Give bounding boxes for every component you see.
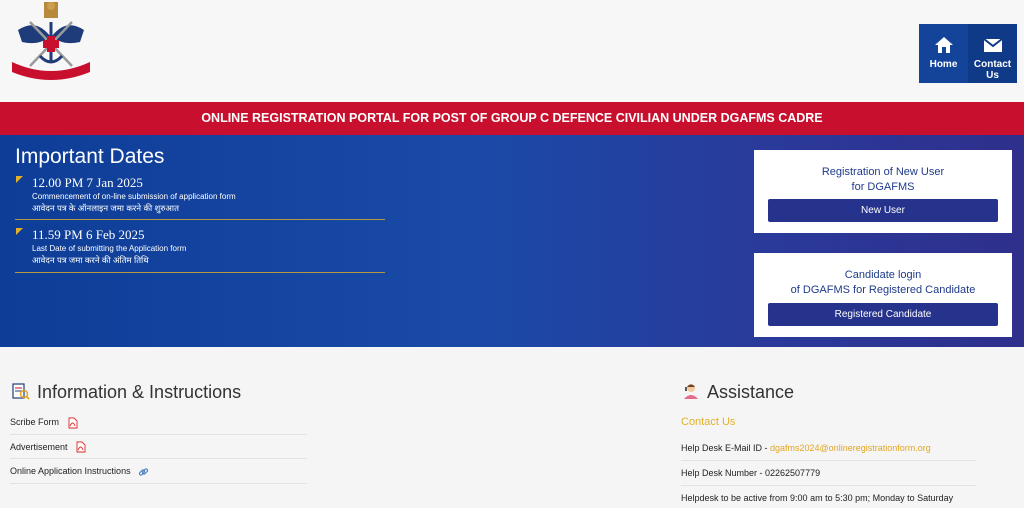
date-value: 11.59 PM 6 Feb 2025 xyxy=(32,227,145,242)
document-search-icon xyxy=(12,383,30,400)
registered-candidate-card: Candidate login of DGAFMS for Registered… xyxy=(754,253,1012,337)
helpdesk-phone-row: Help Desk Number - 02262507779 xyxy=(681,461,976,486)
home-button[interactable]: Home xyxy=(919,24,968,83)
card-line: Candidate login xyxy=(844,269,922,281)
portal-banner: ONLINE REGISTRATION PORTAL FOR POST OF G… xyxy=(0,102,1024,135)
contact-us-label: Contact Us xyxy=(973,59,1012,81)
registered-candidate-card-text: Candidate login of DGAFMS for Registered… xyxy=(754,268,1012,298)
header: Home Contact Us xyxy=(0,0,1024,102)
date-description-hi: आवेदन पत्र जमा करने की अंतिम तिथि xyxy=(32,255,149,265)
new-user-card-text: Registration of New User for DGAFMS xyxy=(754,165,1012,195)
helpdesk-email-link[interactable]: dgafms2024@onlineregistrationform.org xyxy=(770,443,931,453)
info-list: Scribe Form Advertisement Online Applica… xyxy=(10,410,307,484)
afms-logo xyxy=(12,2,90,80)
info-item-label: Scribe Form xyxy=(10,417,60,427)
date-description-en: Commencement of on-line submission of ap… xyxy=(32,192,236,201)
helpdesk-email-label: Help Desk E-Mail ID - xyxy=(681,443,771,453)
bullet-triangle-icon xyxy=(16,228,23,235)
date-item: 11.59 PM 6 Feb 2025 Last Date of submitt… xyxy=(15,225,385,273)
assistance-list: Help Desk E-Mail ID - dgafms2024@onliner… xyxy=(681,436,976,508)
new-user-button[interactable]: New User xyxy=(768,199,998,222)
helpdesk-hours-row: Helpdesk to be active from 9:00 am to 5:… xyxy=(681,486,976,508)
pdf-icon[interactable] xyxy=(75,441,86,453)
bullet-triangle-icon xyxy=(16,176,23,183)
card-line: of DGAFMS for Registered Candidate xyxy=(790,284,976,296)
card-line: Registration of New User xyxy=(821,166,945,178)
new-user-card: Registration of New User for DGAFMS New … xyxy=(754,150,1012,233)
envelope-icon xyxy=(982,38,1003,52)
contact-us-button[interactable]: Contact Us xyxy=(968,24,1017,83)
date-description-en: Last Date of submitting the Application … xyxy=(32,244,187,253)
assistance-section-title: Assistance xyxy=(707,382,795,402)
info-item-label: Online Application Instructions xyxy=(10,466,131,476)
card-line: for DGAFMS xyxy=(851,181,915,193)
helpdesk-email-row: Help Desk E-Mail ID - dgafms2024@onliner… xyxy=(681,436,976,461)
registered-candidate-button[interactable]: Registered Candidate xyxy=(768,303,998,326)
info-section-title: Information & Instructions xyxy=(37,382,242,402)
date-description-hi: आवेदन पत्र के ऑनलाइन जमा करने की शुरुआत xyxy=(32,203,179,213)
pdf-icon[interactable] xyxy=(67,417,78,429)
info-item-scribe-form[interactable]: Scribe Form xyxy=(10,410,307,435)
link-icon[interactable] xyxy=(138,466,149,478)
info-item-label: Advertisement xyxy=(10,441,68,452)
helpdesk-person-icon xyxy=(684,384,698,399)
date-value: 12.00 PM 7 Jan 2025 xyxy=(32,175,143,190)
info-item-online-application-instructions[interactable]: Online Application Instructions xyxy=(10,459,307,484)
important-dates-title: Important Dates xyxy=(15,145,165,168)
home-icon xyxy=(934,37,953,53)
contact-us-subtitle: Contact Us xyxy=(681,416,736,428)
home-label: Home xyxy=(929,59,958,70)
info-item-advertisement[interactable]: Advertisement xyxy=(10,435,307,459)
date-item: 12.00 PM 7 Jan 2025 Commencement of on-l… xyxy=(15,173,385,220)
